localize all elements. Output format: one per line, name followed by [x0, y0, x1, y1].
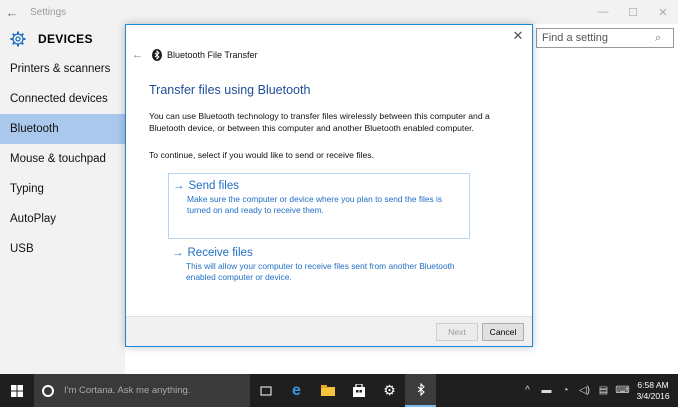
dialog-back-icon[interactable]: ←: [132, 49, 146, 61]
dialog-app-title: Bluetooth File Transfer: [167, 50, 258, 60]
cortana-search-box[interactable]: I'm Cortana. Ask me anything.: [34, 374, 250, 407]
send-files-label: Send files: [188, 180, 240, 192]
minimize-button[interactable]: —: [588, 0, 618, 24]
clock[interactable]: 6:58 AM 3/4/2016: [632, 380, 674, 402]
window-controls: — ☐ ✕: [588, 0, 678, 24]
start-button[interactable]: [0, 374, 34, 407]
battery-icon[interactable]: ▬: [537, 385, 556, 396]
windows-logo-icon: [11, 384, 23, 397]
edge-browser-icon[interactable]: e: [281, 374, 312, 407]
send-files-description: Make sure the computer or device where y…: [187, 194, 443, 215]
next-button[interactable]: Next: [436, 323, 478, 341]
cortana-icon: [42, 384, 54, 397]
send-files-title: → Send files: [173, 180, 463, 192]
sidebar-item-mouse-touchpad[interactable]: Mouse & touchpad: [0, 144, 125, 174]
sidebar-item-printers-scanners[interactable]: Printers & scanners: [0, 54, 125, 84]
keyboard-icon[interactable]: ⌨: [613, 385, 632, 396]
sidebar-item-autoplay[interactable]: AutoPlay: [0, 204, 125, 234]
clock-time: 6:58 AM: [637, 379, 669, 390]
store-icon[interactable]: [343, 374, 374, 407]
dialog-intro-text: You can use Bluetooth technology to tran…: [149, 111, 490, 133]
taskbar: I'm Cortana. Ask me anything. e ⚙ ^ ▬ ◔ …: [0, 374, 678, 407]
wifi-icon[interactable]: ◔: [556, 385, 575, 396]
search-input[interactable]: [537, 32, 655, 44]
window-title: Settings: [30, 6, 67, 18]
bluetooth-icon: [152, 49, 162, 61]
settings-gear-icon[interactable]: ⚙: [374, 374, 405, 407]
settings-sidebar: DEVICES Printers & scanners Connected de…: [0, 24, 125, 374]
bluetooth-file-transfer-dialog: ✕ ← Bluetooth File Transfer Transfer fil…: [125, 24, 533, 347]
task-view-icon[interactable]: [250, 374, 281, 407]
sidebar-item-bluetooth[interactable]: Bluetooth: [0, 114, 125, 144]
clock-date: 3/4/2016: [636, 390, 670, 401]
receive-files-option[interactable]: → Receive files This will allow your com…: [168, 241, 470, 291]
chevron-up-icon[interactable]: ^: [518, 385, 537, 396]
search-box[interactable]: ⌕: [536, 28, 674, 48]
sidebar-item-typing[interactable]: Typing: [0, 174, 125, 204]
sidebar-category-title: DEVICES: [38, 32, 93, 46]
arrow-right-icon: →: [172, 247, 184, 259]
dialog-close-button[interactable]: ✕: [510, 28, 526, 44]
maximize-button[interactable]: ☐: [618, 0, 648, 24]
dialog-prompt-text: To continue, select if you would like to…: [149, 150, 374, 160]
volume-icon[interactable]: ◁): [575, 385, 594, 396]
bluetooth-taskbar-icon[interactable]: [405, 374, 436, 407]
dialog-footer: Next Cancel: [126, 316, 532, 346]
receive-files-title: → Receive files: [172, 247, 464, 259]
gear-icon: [10, 31, 26, 47]
send-files-option[interactable]: → Send files Make sure the computer or d…: [168, 173, 470, 239]
window-titlebar: ← Settings — ☐ ✕: [0, 0, 678, 24]
window-close-button[interactable]: ✕: [648, 0, 678, 24]
receive-files-description: This will allow your computer to receive…: [186, 261, 455, 282]
back-arrow-icon[interactable]: ←: [0, 0, 24, 24]
action-center-icon[interactable]: ▤: [594, 385, 613, 396]
search-icon[interactable]: ⌕: [655, 32, 661, 45]
cortana-placeholder: I'm Cortana. Ask me anything.: [64, 385, 191, 396]
system-tray: ^ ▬ ◔ ◁) ▤ ⌨ 6:58 AM 3/4/2016: [518, 374, 678, 407]
sidebar-item-connected-devices[interactable]: Connected devices: [0, 84, 125, 114]
sidebar-header: DEVICES: [0, 24, 125, 54]
file-explorer-icon[interactable]: [312, 374, 343, 407]
dialog-header: ← Bluetooth File Transfer: [132, 49, 258, 61]
receive-files-label: Receive files: [187, 247, 253, 259]
arrow-right-icon: →: [173, 180, 185, 192]
cancel-button[interactable]: Cancel: [482, 323, 524, 341]
sidebar-item-usb[interactable]: USB: [0, 234, 125, 264]
dialog-heading: Transfer files using Bluetooth: [149, 83, 311, 97]
